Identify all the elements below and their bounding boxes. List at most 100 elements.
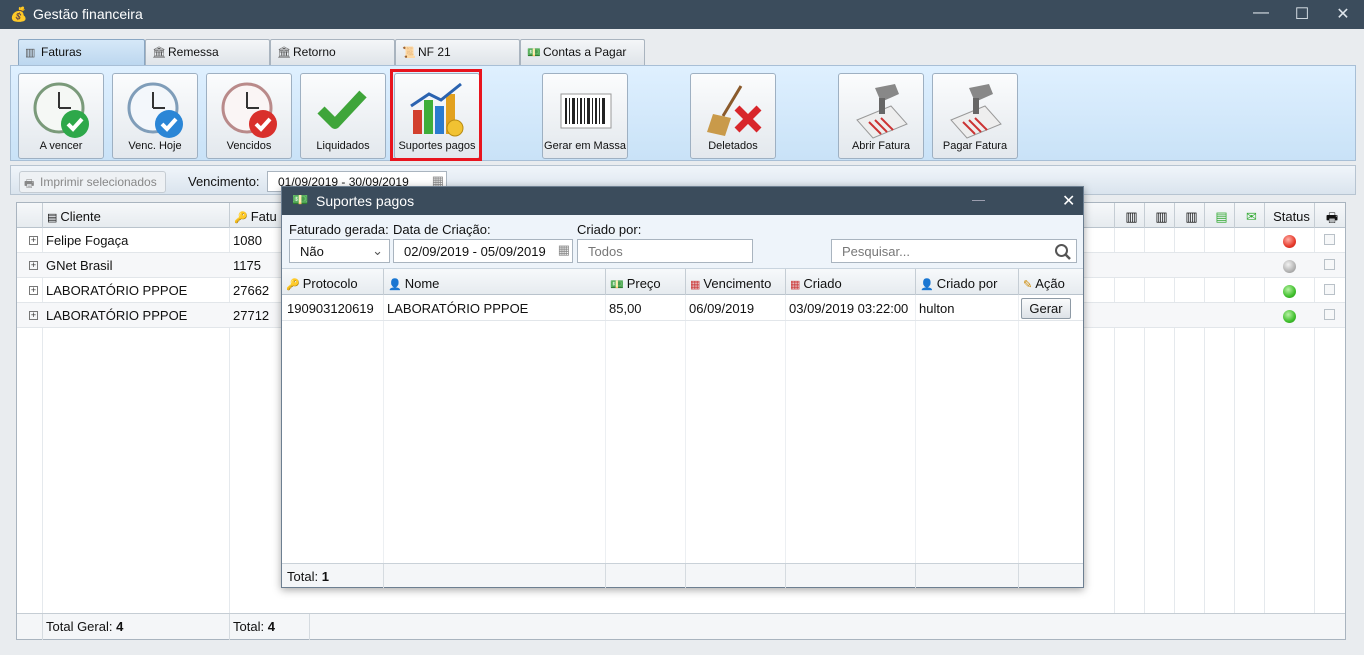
total-geral-value: 4	[116, 619, 124, 634]
column-label: Nome	[404, 276, 440, 291]
window-title: Gestão financeira	[33, 6, 143, 22]
cash-icon: 💵	[610, 279, 624, 291]
venc-hoje-button[interactable]: Venc. Hoje	[112, 73, 198, 159]
clock-check-green-icon	[33, 82, 89, 138]
grid-divider	[605, 295, 606, 563]
checkmark-icon	[317, 90, 367, 129]
input-placeholder: Todos	[588, 244, 623, 259]
column-preco[interactable]: 💵 Preço	[605, 269, 685, 295]
calendar-icon: ▦	[690, 279, 701, 291]
total-value: 4	[267, 619, 275, 634]
total-geral: Total Geral: 4	[46, 619, 123, 634]
column-print[interactable]: 🖶	[1314, 203, 1345, 228]
column-cliente[interactable]: ▤ Cliente	[42, 203, 229, 228]
tab-label: Remessa	[168, 45, 219, 59]
tab-remessa[interactable]: 🏛 Remessa	[145, 39, 270, 65]
expand-icon[interactable]: +	[29, 286, 38, 295]
column-label: Criado por	[936, 276, 998, 291]
total-geral-label: Total Geral:	[46, 619, 113, 634]
abrir-fatura-button[interactable]: Abrir Fatura	[838, 73, 924, 159]
barcode-icon: ▥	[1155, 209, 1168, 224]
expand-icon[interactable]: +	[29, 311, 38, 320]
button-label: A vencer	[39, 140, 83, 152]
row-checkbox[interactable]	[1324, 309, 1335, 320]
status-green-icon	[1283, 285, 1296, 298]
vencimento-label: Vencimento:	[188, 174, 260, 189]
toolbar: A vencer Venc. Hoje Vencidos Liquidados …	[10, 65, 1356, 161]
gerar-em-massa-button[interactable]: Gerar em Massa	[542, 73, 628, 159]
tab-faturas[interactable]: ▥ Faturas	[18, 39, 145, 65]
button-label: Vencidos	[226, 140, 272, 152]
date-range-value: 02/09/2019 - 05/09/2019	[404, 244, 546, 259]
column-acao[interactable]: ✎ Ação	[1018, 269, 1083, 295]
column-label: Preço	[626, 276, 661, 291]
tab-retorno[interactable]: 🏛 Retorno	[270, 39, 395, 65]
column-barcode-2[interactable]: ▥	[1144, 203, 1174, 228]
protocolo-cell: 190903120619	[287, 301, 374, 316]
select-value: Não	[300, 244, 324, 259]
money-bag-icon: 💰	[10, 6, 28, 22]
footer-divider	[685, 564, 686, 588]
maximize-icon[interactable]: ☐	[1289, 4, 1315, 24]
column-status[interactable]: Status	[1264, 203, 1314, 228]
status-green-icon	[1283, 310, 1296, 323]
footer-divider	[605, 564, 606, 588]
column-criado-por[interactable]: 👤 Criado por	[915, 269, 1018, 295]
column-barcode-1[interactable]: ▥	[1114, 203, 1144, 228]
footer-divider	[42, 614, 43, 640]
tab-contas-a-pagar[interactable]: 💵 Contas a Pagar	[520, 39, 645, 65]
a-vencer-button[interactable]: A vencer	[18, 73, 104, 159]
footer-divider	[383, 564, 384, 588]
table-row[interactable]: 190903120619 LABORATÓRIO PPPOE 85,00 06/…	[282, 295, 1083, 321]
tab-nf21[interactable]: 📜 NF 21	[395, 39, 520, 65]
footer-divider	[1018, 564, 1019, 588]
minimize-icon[interactable]: —	[972, 192, 985, 207]
vencimento-cell: 06/09/2019	[689, 301, 755, 316]
column-nome[interactable]: 👤 Nome	[383, 269, 605, 295]
cliente-cell: Felipe Fogaça	[46, 233, 129, 248]
faturado-select[interactable]: Não ⌄	[289, 239, 390, 263]
grid-divider	[785, 295, 786, 563]
column-add-document[interactable]: ▤	[1204, 203, 1234, 228]
vencidos-button[interactable]: Vencidos	[206, 73, 292, 159]
criado-por-cell: hulton	[919, 301, 955, 316]
barcode-icon: ▥	[1125, 209, 1138, 224]
close-icon[interactable]: ✕	[1330, 4, 1356, 24]
row-checkbox[interactable]	[1324, 234, 1335, 245]
pagar-fatura-button[interactable]: Pagar Fatura	[932, 73, 1018, 159]
data-criacao-label: Data de Criação:	[393, 222, 491, 237]
add-document-icon: ▤	[1215, 209, 1228, 224]
bank-icon: 🏛	[277, 47, 291, 59]
barcode-scanner-icon	[856, 84, 908, 139]
calendar-icon[interactable]: ▦	[558, 242, 570, 258]
minimize-icon[interactable]: —	[1248, 4, 1274, 22]
deletados-button[interactable]: Deletados	[690, 73, 776, 159]
data-criacao-range[interactable]: 02/09/2019 - 05/09/2019 ▦	[393, 239, 573, 263]
footer-divider	[229, 614, 230, 640]
column-protocolo[interactable]: 🔑 Protocolo	[282, 269, 383, 295]
key-icon: 🔑	[286, 279, 300, 291]
close-icon[interactable]: ✕	[1062, 191, 1075, 211]
search-icon[interactable]	[1054, 243, 1072, 261]
suportes-pagos-dialog: 💵 Suportes pagos — ✕ Faturado gerada: Nã…	[281, 186, 1084, 588]
dialog-grid-header: 🔑 Protocolo 👤 Nome 💵 Preço ▦ Vencimento ▦ Cri…	[282, 269, 1083, 295]
grid-divider	[915, 295, 916, 563]
column-send-email[interactable]: ✉	[1234, 203, 1264, 228]
expand-icon[interactable]: +	[29, 236, 38, 245]
column-criado[interactable]: ▦ Criado	[785, 269, 915, 295]
column-vencimento[interactable]: ▦ Vencimento	[685, 269, 785, 295]
cliente-cell: GNet Brasil	[46, 258, 113, 273]
column-fatura[interactable]: 🔑 Fatu	[229, 203, 289, 228]
gerar-button[interactable]: Gerar	[1021, 298, 1071, 319]
fatura-cell: 27662	[233, 283, 270, 298]
search-input[interactable]: Pesquisar...	[831, 239, 1077, 263]
liquidados-button[interactable]: Liquidados	[300, 73, 386, 159]
row-checkbox[interactable]	[1324, 284, 1335, 295]
column-barcode-3[interactable]: ▥	[1174, 203, 1204, 228]
cliente-cell: LABORATÓRIO PPPOE	[46, 283, 188, 298]
row-checkbox[interactable]	[1324, 259, 1335, 270]
expand-icon[interactable]: +	[29, 261, 38, 270]
print-selected-button[interactable]: 🖶 Imprimir selecionados	[19, 171, 166, 193]
criado-por-input[interactable]: Todos	[577, 239, 753, 263]
dialog-filters: Faturado gerada: Não ⌄ Data de Criação: …	[282, 215, 1083, 269]
